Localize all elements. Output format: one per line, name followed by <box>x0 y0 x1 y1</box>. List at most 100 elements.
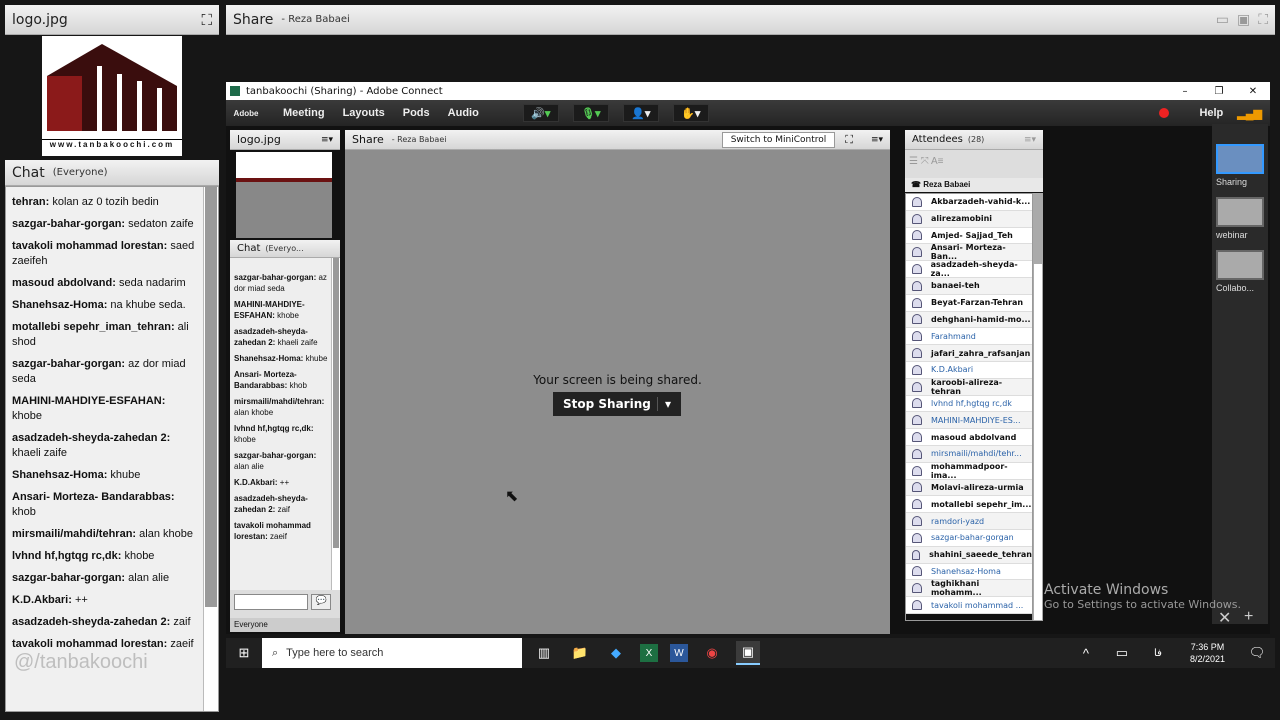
chevron-up-icon[interactable]: ^ <box>1074 641 1098 665</box>
layout-icon[interactable]: ▭ <box>1216 12 1229 28</box>
task-view-icon[interactable]: ▥ <box>532 641 556 665</box>
chat-sender: masoud abdolvand: <box>12 277 116 289</box>
close-button[interactable]: ✕ <box>1236 86 1270 97</box>
search-input[interactable]: ⌕ Type here to search <box>262 638 522 668</box>
user-icon <box>912 314 922 325</box>
chrome-icon[interactable]: ◉ <box>700 641 724 665</box>
microphone-icon[interactable]: 🎙▾ <box>572 104 609 122</box>
chevron-down-icon[interactable]: ▾ <box>657 397 671 411</box>
layout-thumbnail[interactable] <box>1216 250 1264 280</box>
attendee-row[interactable]: Farahmand <box>906 328 1032 346</box>
attendee-row[interactable]: MAHINI-MAHDIYE-ES... <box>906 412 1032 430</box>
chat-message: sazgar-bahar-gorgan: alan alie <box>12 571 196 586</box>
attendee-row[interactable]: asadzadeh-sheyda-za... <box>906 260 1032 278</box>
raise-hand-icon[interactable]: ✋▾ <box>672 104 709 122</box>
layout-thumbnail[interactable] <box>1216 144 1264 174</box>
chat-message: tavakoli mohammad lorestan: saed zaeifeh <box>12 239 196 269</box>
menu-pods[interactable]: Pods <box>403 107 430 119</box>
attendee-row[interactable]: ramdori-yazd <box>906 513 1032 530</box>
attendee-row[interactable]: tavakoli mohammad ... <box>906 597 1032 614</box>
word-icon[interactable]: W <box>670 644 688 662</box>
attendee-row[interactable]: masoud abdolvand <box>906 429 1032 446</box>
close-layout-icon[interactable]: ✕ <box>1218 608 1231 628</box>
attendee-row[interactable]: jafari_zahra_rafsanjan <box>906 345 1032 362</box>
layout-label: webinar <box>1216 230 1248 240</box>
app-icon[interactable]: ◆ <box>604 641 628 665</box>
attendee-row[interactable]: taghikhani mohamm... <box>906 579 1032 597</box>
attendee-name: sazgar-bahar-gorgan <box>931 533 1014 543</box>
attendee-row[interactable]: shahini_saeede_tehran <box>906 546 1032 564</box>
chat-message: Shanehsaz-Homa: khube <box>234 353 328 364</box>
chat-sender: Shanehsaz-Homa: <box>234 354 304 363</box>
chat-message: sazgar-bahar-gorgan: az dor miad seda <box>234 272 328 294</box>
pod-menu-icon[interactable]: ≡▾ <box>1024 135 1036 145</box>
layout-item[interactable]: webinar <box>1216 197 1264 240</box>
stop-sharing-button[interactable]: Stop Sharing ▾ <box>553 392 681 416</box>
adobe-connect-taskbar-icon[interactable]: ▣ <box>736 641 760 665</box>
attendee-row[interactable]: karoobi-alireza-tehran <box>906 378 1032 396</box>
attendee-row[interactable]: mohammadpoor-ima... <box>906 462 1032 480</box>
attendee-row[interactable]: dehghani-hamid-mo... <box>906 311 1032 329</box>
notifications-icon[interactable]: 🗨 <box>1245 641 1269 665</box>
chat-text: alan khobe <box>234 408 274 417</box>
layout-thumbnail[interactable] <box>1216 197 1264 227</box>
attendee-row[interactable]: alirezamobini <box>906 210 1032 228</box>
attendee-row[interactable]: lvhnd hf,hgtqg rc,dk <box>906 395 1032 413</box>
host-row[interactable]: ☎ Reza Babaei <box>905 178 1043 192</box>
layout-item[interactable]: Collabo... <box>1216 250 1264 293</box>
clock[interactable]: 7:36 PM 8/2/2021 <box>1190 641 1225 665</box>
fullscreen-icon[interactable]: ⛶ <box>845 133 853 147</box>
battery-icon[interactable]: ▭ <box>1110 641 1134 665</box>
app-icon <box>230 86 240 96</box>
attendee-row[interactable]: K.D.Akbari <box>906 361 1032 379</box>
pod-menu-icon[interactable]: ≡▾ <box>321 135 333 145</box>
attendee-row[interactable]: Beyat-Farzan-Tehran <box>906 294 1032 312</box>
chat-input[interactable] <box>234 594 308 610</box>
layout-icon-2[interactable]: ▣ <box>1237 12 1250 28</box>
attendee-row[interactable]: Molavi-alireza-urmia <box>906 479 1032 497</box>
maximize-button[interactable]: ❐ <box>1202 86 1236 97</box>
webcam-icon[interactable]: 👤▾ <box>622 104 659 122</box>
attendee-row[interactable]: Akbarzadeh-vahid-k... <box>906 194 1032 211</box>
signal-icon: ▂▄▆ <box>1237 107 1262 120</box>
attendee-row[interactable]: banaei-teh <box>906 277 1032 295</box>
menu-meeting[interactable]: Meeting <box>283 107 325 119</box>
attendee-view-toggles[interactable]: ☰ ⤧ A≡ <box>905 150 1043 178</box>
menu-audio[interactable]: Audio <box>448 107 479 119</box>
attendee-row[interactable]: Amjed- Sajjad_Teh <box>906 227 1032 245</box>
switch-minicontrol-button[interactable]: Switch to MiniControl <box>721 131 836 148</box>
send-icon[interactable]: 💬 <box>311 594 332 610</box>
attendee-name: jafari_zahra_rafsanjan <box>931 348 1031 358</box>
user-icon <box>912 465 922 476</box>
inner-chat-scope: (Everyo... <box>265 244 304 253</box>
windows-start-icon[interactable]: ⊞ <box>232 641 256 665</box>
chat-message: mirsmaili/mahdi/tehran: alan khobe <box>234 396 328 418</box>
attendee-row[interactable]: mirsmaili/mahdi/tehr... <box>906 445 1032 463</box>
chat-message: Ansari- Morteza-Bandarabbas: khob <box>234 369 328 391</box>
fullscreen-icon[interactable]: ⛶ <box>201 11 212 29</box>
attendee-row[interactable]: Ansari- Morteza- Ban... <box>906 243 1032 261</box>
inner-chat-scrollbar[interactable] <box>331 258 340 590</box>
help-menu[interactable]: Help <box>1199 107 1223 119</box>
excel-icon[interactable]: X <box>640 644 658 662</box>
chat-scrollbar[interactable] <box>203 187 218 711</box>
pod-menu-icon[interactable]: ≡▾ <box>871 135 883 145</box>
recording-icon[interactable] <box>1159 108 1170 118</box>
chat-sender: asadzadeh-sheyda-zahedan 2: <box>12 432 171 444</box>
attendee-row[interactable]: Shanehsaz-Homa <box>906 563 1032 581</box>
attendee-row[interactable]: sazgar-bahar-gorgan <box>906 529 1032 547</box>
language-indicator[interactable]: فا <box>1146 641 1170 665</box>
minimize-button[interactable]: – <box>1168 86 1202 97</box>
menu-layouts[interactable]: Layouts <box>343 107 385 119</box>
fullscreen-icon[interactable]: ⛶ <box>1258 12 1268 28</box>
taskbar: ⊞ ⌕ Type here to search ▥ 📁 ◆ X W ◉ ▣ ^ ▭… <box>226 638 1275 668</box>
add-layout-icon[interactable]: + <box>1244 608 1253 626</box>
chat-message: lvhnd hf,hgtqg rc,dk: khobe <box>12 549 196 564</box>
attendee-row[interactable]: motallebi sepehr_im... <box>906 496 1032 514</box>
attendee-scrollbar[interactable] <box>1033 193 1043 621</box>
layout-item[interactable]: Sharing <box>1216 144 1264 187</box>
speaker-icon[interactable]: 🔊▾ <box>522 104 559 122</box>
watermark: @/tanbakoochi <box>14 651 148 673</box>
file-explorer-icon[interactable]: 📁 <box>568 641 592 665</box>
chat-recipient-tab[interactable]: Everyone <box>230 618 340 632</box>
